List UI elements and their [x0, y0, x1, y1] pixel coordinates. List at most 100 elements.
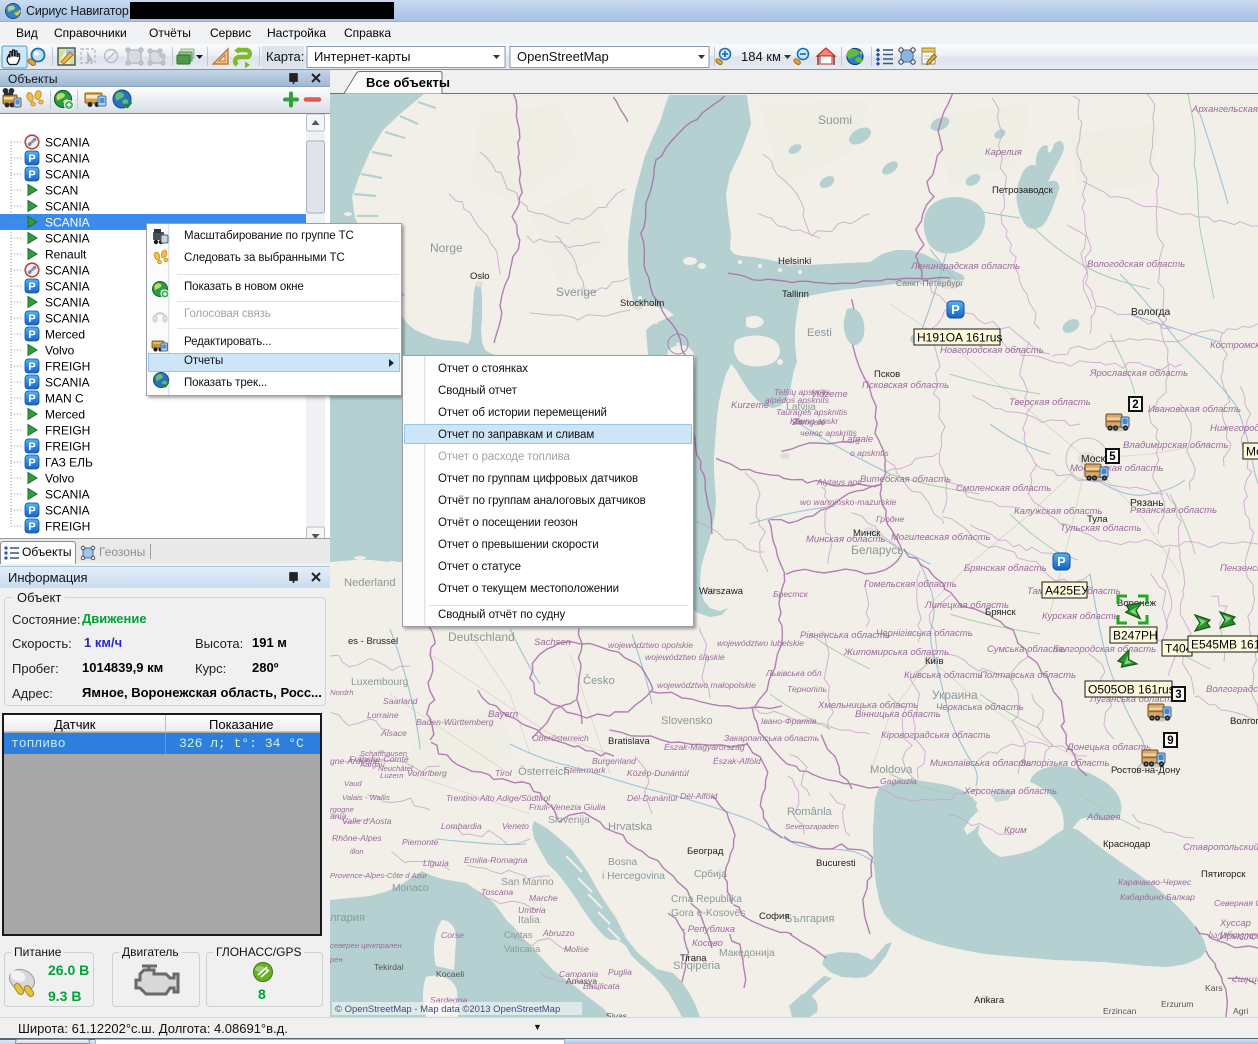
svg-text:Северная О: Северная О — [1214, 898, 1258, 908]
svg-text:P: P — [28, 361, 35, 373]
svg-text:Liguria: Liguria — [423, 858, 449, 868]
svg-text:SCAN: SCAN — [45, 184, 78, 198]
svg-text:Oslo: Oslo — [470, 271, 490, 282]
svg-text:Moldova: Moldova — [870, 764, 913, 776]
svg-text:184 км: 184 км — [741, 49, 781, 64]
svg-text:Ankara: Ankara — [974, 995, 1005, 1006]
svg-text:Србија: Србија — [694, 868, 727, 880]
svg-text:Македонија: Македонија — [719, 948, 775, 959]
svg-text:Valais - Wallis: Valais - Wallis — [342, 793, 390, 802]
svg-text:B247РН: B247РН — [1113, 629, 1158, 643]
svg-text:Latgale: Latgale — [842, 434, 873, 445]
svg-text:Беларусь: Беларусь — [851, 543, 903, 557]
svg-text:Могилевская область: Могилевская область — [891, 532, 991, 543]
svg-text:FREIGH: FREIGH — [45, 440, 90, 454]
svg-text:Калужская область: Калужская область — [1014, 506, 1102, 517]
svg-text:Lombardia: Lombardia — [441, 821, 482, 831]
svg-text:Piemonte: Piemonte — [402, 837, 439, 847]
svg-text:Краснодар: Краснодар — [1103, 839, 1150, 850]
svg-text:Ярославская область: Ярославская область — [1089, 368, 1188, 379]
svg-text:Italia: Italia — [518, 915, 540, 926]
svg-text:Dél-Alföld: Dél-Alföld — [680, 791, 717, 801]
svg-text:SCANIA: SCANIA — [45, 488, 90, 502]
svg-text:Česko: Česko — [583, 674, 615, 687]
svg-text:Костромская: Костромская — [1210, 340, 1258, 351]
svg-text:Saarland: Saarland — [383, 696, 418, 706]
svg-text:Puglia: Puglia — [608, 967, 632, 977]
svg-text:Рівненська область: Рівненська область — [800, 630, 890, 641]
svg-text:Карта:: Карта: — [266, 49, 304, 64]
svg-text:2: 2 — [1132, 399, 1138, 411]
svg-text:Vaud: Vaud — [344, 779, 362, 788]
svg-text:Украина: Украина — [932, 688, 978, 702]
svg-text:Slovenija: Slovenija — [548, 815, 590, 826]
svg-text:Tirol: Tirol — [495, 768, 513, 778]
svg-text:Кабардино-Балкар: Кабардино-Балкар — [1120, 892, 1195, 902]
svg-text:Миколаївська область: Миколаївська область — [930, 758, 1031, 769]
svg-text:Merced: Merced — [45, 408, 85, 422]
svg-text:P: P — [28, 505, 35, 517]
svg-text:Житомирська область: Житомирська область — [843, 647, 949, 658]
svg-text:Gagauzia: Gagauzia — [880, 776, 917, 786]
svg-text:А425ЕУ: А425ЕУ — [1045, 584, 1089, 598]
svg-text:Bucuresti: Bucuresti — [816, 858, 856, 869]
svg-text:FREIGH: FREIGH — [45, 424, 90, 438]
svg-text:Пятигорск: Пятигорск — [1201, 869, 1246, 880]
svg-text:Valle d'Aosta: Valle d'Aosta — [342, 816, 392, 826]
svg-text:Veneto: Veneto — [502, 821, 529, 831]
svg-text:Հայաստ: Հայաստ — [1231, 974, 1258, 984]
svg-text:Oberösterreich: Oberösterreich — [532, 733, 589, 743]
svg-text:Alsace: Alsace — [380, 728, 407, 738]
svg-text:Курская область: Курская область — [1042, 611, 1118, 622]
svg-text:Volvo: Volvo — [45, 472, 75, 486]
svg-text:SCANIA: SCANIA — [45, 152, 90, 166]
svg-text:SCANIA: SCANIA — [45, 136, 90, 150]
svg-text:OpenStreetMap: OpenStreetMap — [517, 49, 609, 64]
svg-text:P: P — [28, 281, 35, 293]
svg-text:Сумська область: Сумська область — [987, 644, 1066, 655]
svg-text:Volvo: Volvo — [45, 344, 75, 358]
svg-text:Corse: Corse — [441, 930, 464, 940]
svg-text:Zemgale: Zemgale — [791, 417, 826, 427]
svg-text:P: P — [28, 457, 35, 469]
svg-text:SCANIA: SCANIA — [45, 504, 90, 518]
svg-text:9: 9 — [1167, 735, 1173, 747]
svg-text:województwo lubelskie: województwo lubelskie — [717, 638, 804, 648]
svg-text:Интернет-карты: Интернет-карты — [314, 49, 411, 64]
svg-text:лгария: лгария — [330, 912, 365, 924]
svg-text:Ставропольский кр: Ставропольский кр — [1183, 842, 1258, 853]
svg-text:SCANIA: SCANIA — [45, 296, 90, 310]
svg-text:E545MB 161r: E545MB 161r — [1191, 638, 1258, 652]
svg-text:Београд: Београд — [687, 846, 724, 857]
svg-text:P: P — [28, 329, 35, 341]
svg-text:Смоленская область: Смоленская область — [956, 483, 1051, 494]
svg-text:Severozapaden: Severozapaden — [785, 822, 839, 831]
svg-text:Agri: Agri — [1233, 1006, 1248, 1016]
svg-text:Липецкая область: Липецкая область — [924, 600, 1009, 611]
svg-text:Белгородская область: Белгородская область — [1053, 644, 1156, 655]
svg-text:SCANIA: SCANIA — [45, 312, 90, 326]
svg-text:P: P — [28, 153, 35, 165]
svg-text:Ленинградская область: Ленинградская область — [910, 261, 1020, 272]
svg-text:Полтавська область: Полтавська область — [980, 670, 1076, 681]
svg-text:Tallinn: Tallinn — [782, 289, 809, 300]
svg-text:Eesti: Eesti — [807, 327, 832, 339]
svg-text:Псковская область: Псковская область — [862, 380, 949, 391]
svg-text:Bratislava: Bratislava — [608, 736, 650, 747]
svg-text:Хуссар: Хуссар — [1219, 918, 1251, 929]
svg-text:Észak-Alföld: Észak-Alföld — [713, 756, 761, 766]
svg-text:FREIGH: FREIGH — [45, 360, 90, 374]
svg-text:Marche: Marche — [529, 893, 558, 903]
svg-text:Нижегородск: Нижегородск — [1210, 423, 1258, 434]
svg-text:Alytaus aps: Alytaus aps — [816, 477, 862, 487]
svg-text:- Република: - Република — [682, 924, 735, 935]
svg-text:Kurzeme: Kurzeme — [731, 400, 769, 411]
svg-text:Брянская область: Брянская область — [964, 563, 1047, 574]
svg-text:Львівська обл: Львівська обл — [765, 668, 822, 678]
svg-text:SCANIA: SCANIA — [45, 216, 90, 230]
svg-text:wo warmińsko-mazurskie: wo warmińsko-mazurskie — [800, 497, 897, 507]
svg-text:Rhône-Alpes: Rhône-Alpes — [332, 833, 382, 843]
svg-text:Românla: Românla — [787, 806, 833, 818]
svg-text:Közép-Dunántúl: Közép-Dunántúl — [627, 768, 690, 778]
svg-text:Черкаська область: Черкаська область — [936, 702, 1024, 713]
